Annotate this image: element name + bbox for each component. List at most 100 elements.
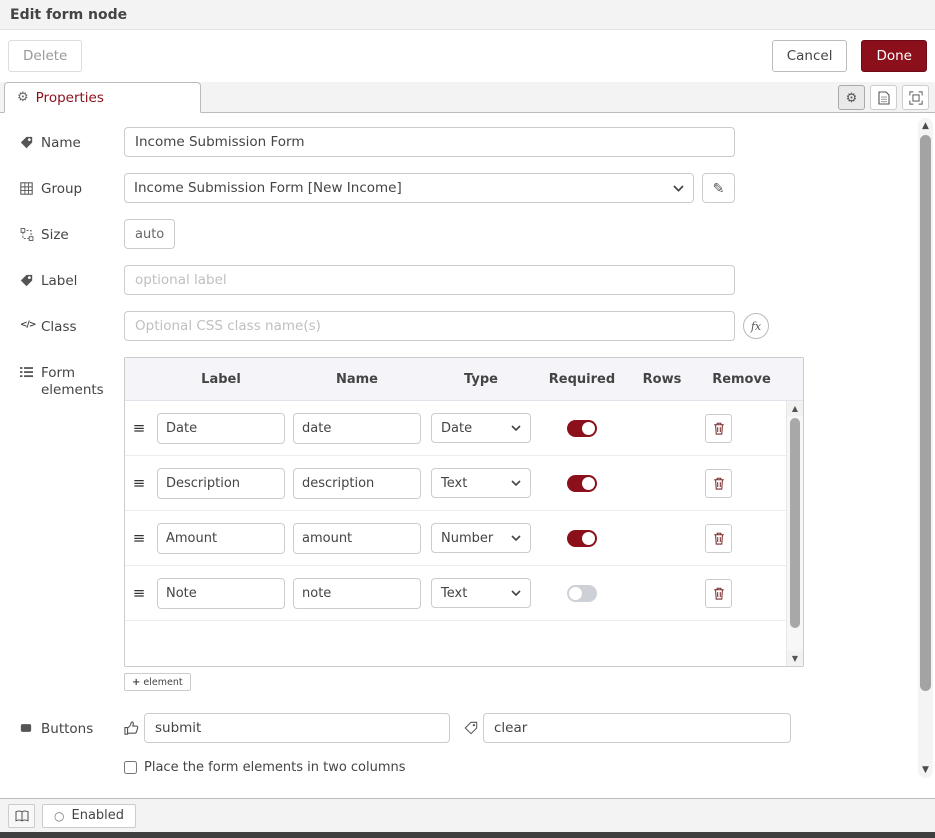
enabled-toggle-button[interactable]: ○ Enabled [42,804,136,828]
class-label: </> Class [20,311,124,336]
node-description-button[interactable] [870,85,897,110]
size-icon [20,227,35,241]
circle-icon: ○ [54,810,64,822]
toggle-knob [582,477,595,490]
done-button[interactable]: Done [861,40,927,72]
name-row: Name [20,127,899,157]
node-info-button[interactable] [8,804,35,828]
drag-handle-icon[interactable]: ≡ [125,474,153,492]
gear-icon: ⚙ [17,90,29,105]
element-label-input[interactable] [157,578,285,609]
thumbs-up-icon [124,721,139,736]
element-row: ≡ Text [125,566,803,621]
tag-icon [20,135,35,149]
dialog-button-bar: Delete Cancel Done [0,30,935,82]
drag-handle-icon[interactable]: ≡ [125,419,153,437]
element-type-value: Number [441,531,493,546]
cancel-button[interactable]: Cancel [772,40,848,72]
element-label-input[interactable] [157,413,285,444]
properties-panel: Name Group Income Submission Form [New I… [0,113,935,798]
required-toggle[interactable] [567,420,597,437]
name-input[interactable] [124,127,735,157]
toggle-knob [569,587,582,600]
delete-element-button[interactable] [705,469,732,498]
element-label-input[interactable] [157,468,285,499]
scroll-up-arrow[interactable]: ▲ [787,401,803,416]
node-settings-button[interactable]: ⚙ [838,85,865,110]
form-elements-label: Form elements [20,357,124,399]
required-toggle[interactable] [567,585,597,602]
element-type-select[interactable]: Text [431,578,531,608]
element-row: ≡ Number [125,511,803,566]
scrollbar-thumb[interactable] [790,418,800,628]
size-row: Size auto [20,219,899,249]
tab-properties[interactable]: ⚙ Properties [4,82,201,113]
element-name-input[interactable] [293,468,421,499]
chevron-down-icon [511,535,521,541]
scroll-down-arrow[interactable]: ▼ [787,651,803,666]
pencil-icon: ✎ [713,180,725,197]
submit-button-input[interactable] [144,713,450,743]
element-type-select[interactable]: Date [431,413,531,443]
toggle-knob [582,532,595,545]
drag-handle-icon[interactable]: ≡ [125,584,153,602]
add-element-button[interactable]: + element [124,673,191,691]
buttons-controls [124,713,791,743]
group-select[interactable]: Income Submission Form [New Income] [124,173,694,203]
size-auto-button[interactable]: auto [124,219,175,249]
element-type-select[interactable]: Text [431,468,531,498]
element-type-value: Text [441,586,467,601]
element-name-input[interactable] [293,523,421,554]
elements-table-rows: ≡ Date ≡ Text [125,401,803,666]
header-remove: Remove [697,372,786,387]
button-icon [20,721,35,734]
label-label: Label [20,265,124,290]
element-type-value: Text [441,476,467,491]
chevron-down-icon [511,480,521,486]
frame-icon [909,91,923,105]
class-row: </> Class fx [20,311,899,341]
buttons-row: Buttons [20,713,899,743]
table-scrollbar[interactable]: ▲ ▼ [786,401,803,666]
two-columns-row: Place the form elements in two columns [124,760,899,775]
tag-icon [20,273,35,287]
element-name-input[interactable] [293,578,421,609]
enabled-label: Enabled [71,808,124,823]
elements-table-header: Label Name Type Required Rows Remove [125,358,803,401]
delete-element-button[interactable] [705,524,732,553]
header-required: Required [537,372,627,387]
trash-icon [713,532,725,545]
code-icon: </> [20,319,35,331]
dialog-scrollbar[interactable]: ▲ ▼ [918,118,933,778]
header-label: Label [153,372,289,387]
element-name-input[interactable] [293,413,421,444]
header-type: Type [425,372,537,387]
table-icon [20,181,35,195]
clear-button-input[interactable] [483,713,791,743]
scrollbar-thumb[interactable] [920,135,931,691]
delete-element-button[interactable] [705,579,732,608]
delete-button[interactable]: Delete [8,40,82,72]
element-type-select[interactable]: Number [431,523,531,553]
drag-handle-icon[interactable]: ≡ [125,529,153,547]
element-label-input[interactable] [157,523,285,554]
trash-icon [713,477,725,490]
gear-icon: ⚙ [846,90,858,106]
edit-group-button[interactable]: ✎ [702,173,735,203]
required-toggle[interactable] [567,475,597,492]
node-appearance-button[interactable] [902,85,929,110]
elements-table-body: ≡ Date ≡ Text [125,401,803,666]
group-row: Group Income Submission Form [New Income… [20,173,899,203]
add-element-label: element [143,677,182,688]
scroll-up-arrow[interactable]: ▲ [918,118,933,134]
delete-element-button[interactable] [705,414,732,443]
dialog-footer: ○ Enabled [0,798,935,832]
two-columns-checkbox[interactable] [124,761,137,774]
group-label: Group [20,173,124,198]
class-input[interactable] [124,311,735,341]
required-toggle[interactable] [567,530,597,547]
label-input[interactable] [124,265,735,295]
trash-icon [713,587,725,600]
expression-button[interactable]: fx [743,313,769,339]
scroll-down-arrow[interactable]: ▼ [918,762,933,778]
